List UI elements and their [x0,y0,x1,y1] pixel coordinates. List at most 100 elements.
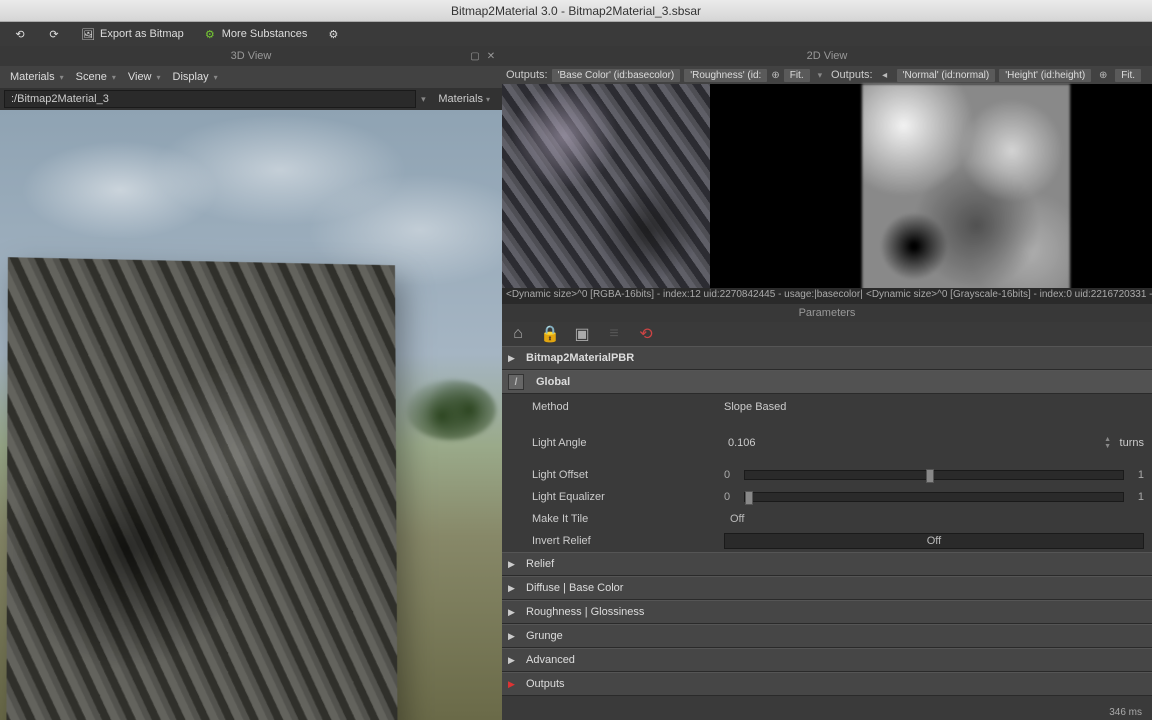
main-toolbar: ⟲ ⟳ 🖼 Export as Bitmap ⚙ More Substances… [0,22,1152,46]
output-fit-dropdown-1[interactable]: ▾ [814,70,827,81]
gear-icon: ⚙ [325,26,341,42]
outputs-label-1: Outputs: [506,69,548,81]
outputs-bar-1: Outputs: 'Base Color' (id:basecolor) 'Ro… [502,66,827,84]
status-bar: 346 ms [502,704,1152,720]
section-roughness[interactable]: ▶ Roughness | Glossiness [502,600,1152,624]
make-tile-value[interactable]: Off [724,511,784,527]
light-angle-label: Light Angle [532,437,712,449]
output-zoom-icon-2[interactable]: ⊕ [1095,67,1111,83]
parameters-area: ▶ Bitmap2MaterialPBR / Global Method Slo… [502,346,1152,704]
path-bar: :/Bitmap2Material_3 ▾ Materials [0,88,502,110]
status-time: 346 ms [1109,707,1142,718]
slider-thumb[interactable] [926,469,934,483]
method-value[interactable]: Slope Based [724,401,786,413]
menu-display[interactable]: Display [167,69,224,85]
param-light-offset: Light Offset 0 1 [502,464,1152,486]
light-angle-value[interactable]: 0.106 [724,437,760,449]
parameters-header: Parameters [502,304,1152,322]
outputs-bar-2: Outputs: ◂ 'Normal' (id:normal) 'Height'… [827,66,1152,84]
section-diffuse-label: Diffuse | Base Color [526,582,623,594]
3d-view-title: 3D View [231,50,272,62]
slider-thumb[interactable] [745,491,753,505]
light-offset-label: Light Offset [532,469,712,481]
2d-view-title: 2D View [807,50,848,62]
output-zoom-icon-1[interactable]: ⊕ [771,67,779,83]
3d-view-header: 3D View ▢ ✕ [0,46,502,66]
global-toggle-box[interactable]: / [508,374,524,390]
window-title: Bitmap2Material 3.0 - Bitmap2Material_3.… [451,4,701,18]
forward-icon: ⟳ [46,26,62,42]
menu-view[interactable]: View [122,69,167,85]
light-offset-max: 1 [1132,469,1144,481]
param-light-equalizer: Light Equalizer 0 1 [502,486,1152,508]
section-pbr[interactable]: ▶ Bitmap2MaterialPBR [502,346,1152,370]
more-substances-label: More Substances [222,28,308,40]
param-make-tile: Make It Tile Off [502,508,1152,530]
back-button[interactable]: ⟲ [4,24,36,44]
preset-list-icon[interactable]: ≡ [606,326,622,342]
invert-relief-toggle[interactable]: Off [724,533,1144,549]
section-advanced-label: Advanced [526,654,575,666]
output-basecolor[interactable]: 'Base Color' (id:basecolor) [552,69,681,82]
2d-previews: <Dynamic size>^0 [RGBA-16bits] - index:1… [502,84,1152,304]
light-angle-spinner[interactable]: ▲ ▼ [1102,436,1114,450]
param-invert-relief: Invert Relief Off [502,530,1152,552]
light-offset-min: 0 [724,469,736,481]
section-grunge[interactable]: ▶ Grunge [502,624,1152,648]
preset-save-icon[interactable]: 🔒 [542,326,558,342]
output-fit-2[interactable]: Fit. [1115,69,1141,82]
chevron-right-icon: ▶ [508,655,518,666]
output-fit-1[interactable]: Fit. [784,69,810,82]
chevron-right-icon: ▶ [508,353,518,364]
light-equalizer-min: 0 [724,491,736,503]
preset-export-icon[interactable]: ▣ [574,326,590,342]
section-relief-label: Relief [526,558,554,570]
preview-caption-1: <Dynamic size>^0 [RGBA-16bits] - index:1… [502,288,862,304]
section-outputs[interactable]: ▶ Outputs [502,672,1152,696]
chevron-right-icon: ▶ [508,631,518,642]
height-preview[interactable] [862,84,1070,292]
section-pbr-label: Bitmap2MaterialPBR [526,352,634,364]
close-button[interactable]: ✕ [484,49,498,63]
trees-background [406,380,496,440]
parameter-tools: ⌂ 🔒 ▣ ≡ ⟲ [502,322,1152,346]
path-dropdown[interactable]: ▾ [416,94,430,105]
output-roughness[interactable]: 'Roughness' (id: [684,69,767,82]
section-advanced[interactable]: ▶ Advanced [502,648,1152,672]
light-offset-slider[interactable] [744,470,1124,480]
section-outputs-label: Outputs [526,678,565,690]
preset-reset-icon[interactable]: ⟲ [638,326,654,342]
forward-button[interactable]: ⟳ [38,24,70,44]
preset-home-icon[interactable]: ⌂ [510,326,526,342]
output-prev-icon[interactable]: ◂ [877,67,893,83]
chevron-right-icon: ▶ [508,583,518,594]
light-angle-unit: turns [1120,437,1144,449]
menu-materials[interactable]: Materials [4,69,70,85]
more-substances-button[interactable]: ⚙ More Substances [194,24,316,44]
basecolor-preview[interactable] [502,84,710,292]
section-relief[interactable]: ▶ Relief [502,552,1152,576]
menu-scene[interactable]: Scene [70,69,122,85]
path-field[interactable]: :/Bitmap2Material_3 [4,90,416,108]
materials-dropdown[interactable]: Materials [430,91,498,107]
export-bitmap-label: Export as Bitmap [100,28,184,40]
section-grunge-label: Grunge [526,630,563,642]
output-height[interactable]: 'Height' (id:height) [999,69,1091,82]
maximize-button[interactable]: ▢ [468,49,482,63]
export-bitmap-button[interactable]: 🖼 Export as Bitmap [72,24,192,44]
3d-viewport[interactable] [0,110,502,720]
chevron-right-icon: ▶ [508,559,518,570]
puzzle-icon: ⚙ [202,26,218,42]
section-global[interactable]: / Global [502,370,1152,394]
chevron-right-icon: ▶ [508,679,518,690]
section-diffuse[interactable]: ▶ Diffuse | Base Color [502,576,1152,600]
title-bar: Bitmap2Material 3.0 - Bitmap2Material_3.… [0,0,1152,22]
output-normal[interactable]: 'Normal' (id:normal) [897,69,996,82]
chevron-right-icon: ▶ [508,607,518,618]
2d-view-header: 2D View [502,46,1152,66]
settings-button[interactable]: ⚙ [317,24,349,44]
light-equalizer-slider[interactable] [744,492,1124,502]
spinner-up-icon[interactable]: ▲ [1102,436,1114,443]
spinner-down-icon[interactable]: ▼ [1102,443,1114,450]
light-equalizer-label: Light Equalizer [532,491,712,503]
